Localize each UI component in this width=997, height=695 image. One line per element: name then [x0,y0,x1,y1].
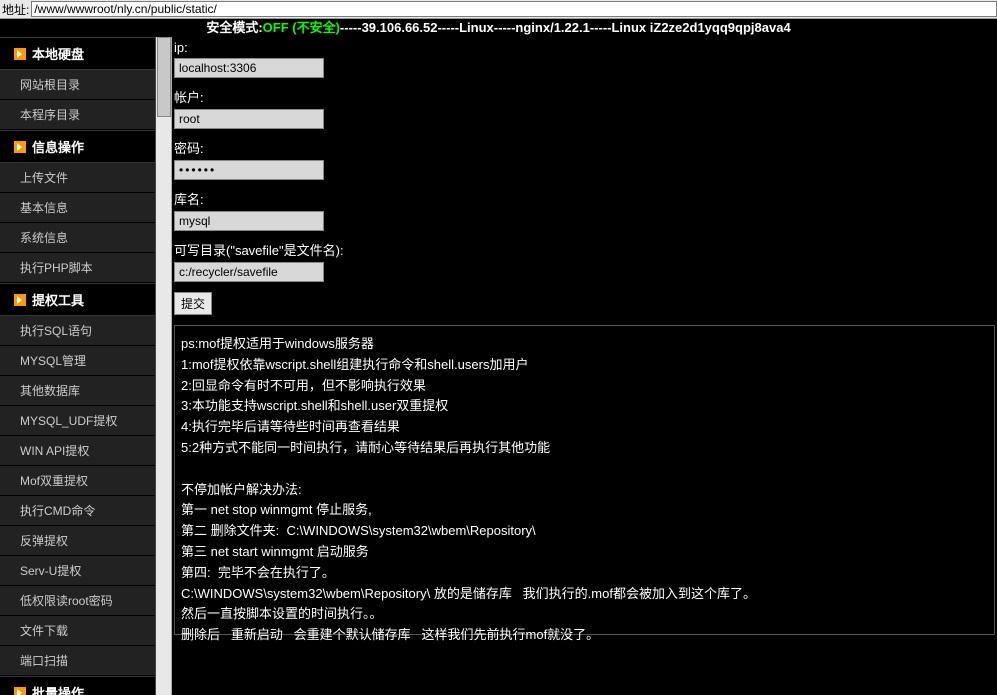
user-input[interactable] [174,109,324,129]
info-line: 第四: 完毕不会在执行了。 [181,563,988,584]
sidebar-item-2-1[interactable]: MYSQL管理 [0,346,155,376]
content-scrollbar[interactable] [156,37,172,695]
sidebar-section-1[interactable]: 信息操作 [0,130,155,163]
info-line: 不停加帐户解决办法: [181,480,988,501]
sidebar-item-2-5[interactable]: Mof双重提权 [0,466,155,496]
info-line: 第一 net stop winmgmt 停止服务, [181,500,988,521]
arrow-icon [14,687,26,695]
content: ip: 帐户: 密码: 库名: 可写目录("savefile"是文件名): 提交… [172,37,997,695]
status-bar: 安全模式:OFF (不安全)-----39.106.66.52-----Linu… [0,19,997,37]
sidebar-item-1-2[interactable]: 系统信息 [0,223,155,253]
address-bar: 地址: [0,0,997,19]
arrow-icon [14,141,26,153]
info-line: 第二 删除文件夹: C:\WINDOWS\system32\wbem\Repos… [181,521,988,542]
db-label: 库名: [172,186,997,211]
sidebar-item-2-4[interactable]: WIN API提权 [0,436,155,466]
status-off: OFF (不安全) [263,20,340,35]
sidebar-section-title: 信息操作 [32,137,84,156]
sidebar-item-2-2[interactable]: 其他数据库 [0,376,155,406]
address-label: 地址: [0,1,31,18]
content-scrollbar-thumb[interactable] [157,37,171,117]
sidebar-section-3[interactable]: 批量操作 [0,676,155,695]
db-input[interactable] [174,211,324,231]
sidebar-item-2-9[interactable]: 低权限读root密码 [0,586,155,616]
dir-label: 可写目录("savefile"是文件名): [172,237,997,262]
info-line [181,459,988,480]
sidebar-section-title: 本地硬盘 [32,44,84,63]
sidebar-item-1-0[interactable]: 上传文件 [0,163,155,193]
submit-button[interactable]: 提交 [174,292,212,315]
info-line: 3:本功能支持wscript.shell和shell.user双重提权 [181,396,988,417]
ip-label: ip: [172,37,997,58]
sidebar-section-title: 批量操作 [32,683,84,695]
sidebar-item-2-11[interactable]: 端口扫描 [0,646,155,676]
sidebar-item-2-7[interactable]: 反弹提权 [0,526,155,556]
info-line: 2:回显命令有时不可用，但不影响执行效果 [181,376,988,397]
password-input[interactable] [174,160,324,180]
info-line: C:\WINDOWS\system32\wbem\Repository\ 放的是… [181,584,988,605]
address-input[interactable] [31,1,997,17]
password-label: 密码: [172,135,997,160]
sidebar-item-0-0[interactable]: 网站根目录 [0,70,155,100]
sidebar-section-2[interactable]: 提权工具 [0,283,155,316]
sidebar: 本地硬盘网站根目录本程序目录信息操作上传文件基本信息系统信息执行PHP脚本提权工… [0,37,156,695]
info-line: 删除后 重新启动 会重建个默认储存库 这样我们先前执行mof就没了。 [181,625,988,646]
sidebar-item-1-3[interactable]: 执行PHP脚本 [0,253,155,283]
sidebar-item-2-3[interactable]: MYSQL_UDF提权 [0,406,155,436]
dir-input[interactable] [174,262,324,282]
user-label: 帐户: [172,84,997,109]
ip-input[interactable] [174,58,324,78]
arrow-icon [14,294,26,306]
info-line: 第三 net start winmgmt 启动服务 [181,542,988,563]
sidebar-item-2-6[interactable]: 执行CMD命令 [0,496,155,526]
status-rest: -----39.106.66.52-----Linux-----nginx/1.… [340,20,791,35]
sidebar-item-2-10[interactable]: 文件下载 [0,616,155,646]
sidebar-item-0-1[interactable]: 本程序目录 [0,100,155,130]
info-line: 1:mof提权依靠wscript.shell组建执行命令和shell.users… [181,355,988,376]
info-panel: ps:mof提权适用于windows服务器1:mof提权依靠wscript.sh… [174,325,995,635]
content-wrap: ip: 帐户: 密码: 库名: 可写目录("savefile"是文件名): 提交… [156,37,997,695]
info-line: ps:mof提权适用于windows服务器 [181,334,988,355]
arrow-icon [14,48,26,60]
sidebar-item-1-1[interactable]: 基本信息 [0,193,155,223]
info-line: 然后一直按脚本设置的时间执行。。 [181,604,988,625]
sidebar-section-0[interactable]: 本地硬盘 [0,37,155,70]
sidebar-section-title: 提权工具 [32,290,84,309]
sidebar-item-2-0[interactable]: 执行SQL语句 [0,316,155,346]
info-line: 4:执行完毕后请等待些时间再查看结果 [181,417,988,438]
status-prefix: 安全模式: [206,20,262,35]
sidebar-item-2-8[interactable]: Serv-U提权 [0,556,155,586]
info-line: 5:2种方式不能同一时间执行，请耐心等待结果后再执行其他功能 [181,438,988,459]
